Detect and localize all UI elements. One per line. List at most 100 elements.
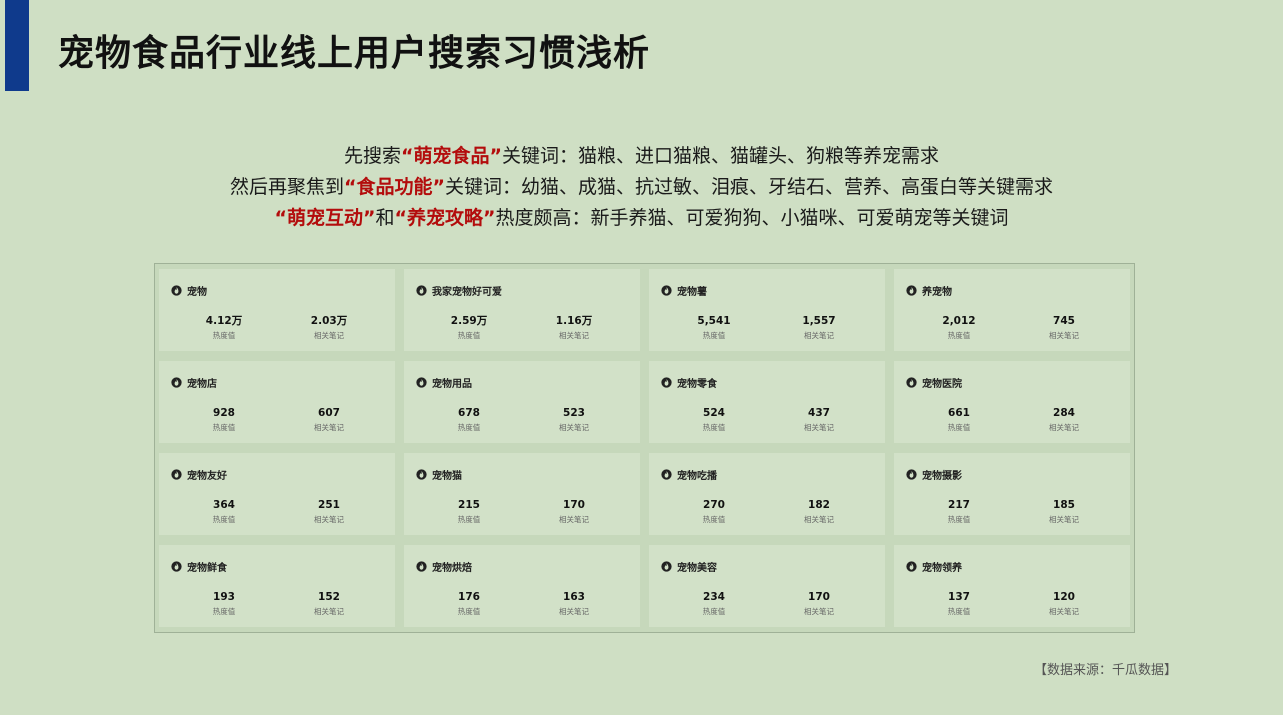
card-header: 养宠物 bbox=[906, 283, 952, 298]
notes-stat: 185 相关笔记 bbox=[1024, 499, 1104, 525]
notes-value: 185 bbox=[1053, 499, 1075, 511]
notes-label: 相关笔记 bbox=[314, 607, 344, 616]
heat-label: 热度值 bbox=[702, 515, 726, 524]
card-keyword: 我家宠物好可爱 bbox=[432, 287, 502, 298]
keyword-card: 我家宠物好可爱 2.59万 热度值 1.16万 相关笔记 bbox=[404, 269, 640, 351]
notes-label: 相关笔记 bbox=[1049, 515, 1079, 524]
keyword-card: 宠物医院 661 热度值 284 相关笔记 bbox=[894, 361, 1130, 443]
flame-icon bbox=[171, 285, 182, 296]
notes-stat: 284 相关笔记 bbox=[1024, 407, 1104, 433]
card-keyword: 宠物猫 bbox=[432, 471, 462, 482]
card-keyword: 宠物店 bbox=[187, 379, 217, 390]
flame-icon bbox=[906, 561, 917, 572]
notes-value: 1,557 bbox=[802, 315, 836, 327]
keyword-card: 宠物 4.12万 热度值 2.03万 相关笔记 bbox=[159, 269, 395, 351]
heat-label: 热度值 bbox=[457, 607, 481, 616]
card-keyword: 宠物医院 bbox=[922, 379, 962, 390]
notes-value: 163 bbox=[563, 591, 585, 603]
notes-stat: 1.16万 相关笔记 bbox=[534, 315, 614, 341]
keyword-card: 宠物猫 215 热度值 170 相关笔记 bbox=[404, 453, 640, 535]
notes-label: 相关笔记 bbox=[1049, 423, 1079, 432]
flame-icon bbox=[906, 469, 917, 480]
heat-stat: 364 热度值 bbox=[184, 499, 264, 525]
notes-stat: 523 相关笔记 bbox=[534, 407, 614, 433]
heat-value: 137 bbox=[948, 591, 970, 603]
heat-stat: 217 热度值 bbox=[919, 499, 999, 525]
card-header: 宠物零食 bbox=[661, 375, 717, 390]
heat-stat: 234 热度值 bbox=[674, 591, 754, 617]
flame-icon bbox=[661, 377, 672, 388]
notes-label: 相关笔记 bbox=[804, 607, 834, 616]
notes-value: 284 bbox=[1053, 407, 1075, 419]
card-header: 宠物烘焙 bbox=[416, 559, 472, 574]
card-header: 我家宠物好可爱 bbox=[416, 283, 502, 298]
notes-stat: 170 相关笔记 bbox=[779, 591, 859, 617]
card-header: 宠物医院 bbox=[906, 375, 962, 390]
intro-line-3-highlight-2: “养宠攻略” bbox=[394, 207, 496, 229]
notes-value: 523 bbox=[563, 407, 585, 419]
notes-stat: 251 相关笔记 bbox=[289, 499, 369, 525]
heat-value: 364 bbox=[213, 499, 235, 511]
keyword-card: 宠物店 928 热度值 607 相关笔记 bbox=[159, 361, 395, 443]
intro-line-2-highlight: “食品功能” bbox=[344, 176, 445, 198]
flame-icon bbox=[171, 377, 182, 388]
card-header: 宠物薯 bbox=[661, 283, 707, 298]
heat-stat: 176 热度值 bbox=[429, 591, 509, 617]
intro-line-2-post: 关键词：幼猫、成猫、抗过敏、泪痕、牙结石、营养、高蛋白等关键需求 bbox=[444, 176, 1053, 198]
flame-icon bbox=[416, 377, 427, 388]
intro-line-3-highlight-1: “萌宠互动” bbox=[274, 207, 376, 229]
notes-stat: 607 相关笔记 bbox=[289, 407, 369, 433]
heat-stat: 678 热度值 bbox=[429, 407, 509, 433]
notes-stat: 1,557 相关笔记 bbox=[779, 315, 859, 341]
card-keyword: 宠物零食 bbox=[677, 379, 717, 390]
notes-value: 437 bbox=[808, 407, 830, 419]
notes-stat: 182 相关笔记 bbox=[779, 499, 859, 525]
intro-line-3-mid: 和 bbox=[375, 207, 395, 229]
heat-label: 热度值 bbox=[947, 607, 971, 616]
notes-label: 相关笔记 bbox=[314, 423, 344, 432]
notes-label: 相关笔记 bbox=[804, 331, 834, 340]
intro-text: 先搜索“萌宠食品”关键词：猫粮、进口猫粮、猫罐头、狗粮等养宠需求 然后再聚焦到“… bbox=[0, 141, 1283, 234]
notes-value: 607 bbox=[318, 407, 340, 419]
heat-stat: 661 热度值 bbox=[919, 407, 999, 433]
heat-value: 217 bbox=[948, 499, 970, 511]
card-header: 宠物用品 bbox=[416, 375, 472, 390]
notes-label: 相关笔记 bbox=[559, 331, 589, 340]
notes-value: 170 bbox=[808, 591, 830, 603]
card-keyword: 宠物友好 bbox=[187, 471, 227, 482]
card-header: 宠物摄影 bbox=[906, 467, 962, 482]
heat-value: 2.59万 bbox=[450, 315, 488, 327]
flame-icon bbox=[661, 469, 672, 480]
notes-value: 120 bbox=[1053, 591, 1075, 603]
heat-value: 928 bbox=[213, 407, 235, 419]
heat-label: 热度值 bbox=[212, 331, 236, 340]
keyword-card: 养宠物 2,012 热度值 745 相关笔记 bbox=[894, 269, 1130, 351]
heat-stat: 2,012 热度值 bbox=[919, 315, 999, 341]
card-keyword: 宠物美容 bbox=[677, 563, 717, 574]
keyword-card: 宠物零食 524 热度值 437 相关笔记 bbox=[649, 361, 885, 443]
heat-stat: 137 热度值 bbox=[919, 591, 999, 617]
card-header: 宠物店 bbox=[171, 375, 217, 390]
notes-label: 相关笔记 bbox=[1049, 331, 1079, 340]
heat-stat: 270 热度值 bbox=[674, 499, 754, 525]
heat-value: 678 bbox=[458, 407, 480, 419]
heat-label: 热度值 bbox=[947, 331, 971, 340]
notes-value: 2.03万 bbox=[310, 315, 348, 327]
card-header: 宠物吃播 bbox=[661, 467, 717, 482]
notes-label: 相关笔记 bbox=[804, 515, 834, 524]
card-keyword: 宠物用品 bbox=[432, 379, 472, 390]
keyword-card: 宠物烘焙 176 热度值 163 相关笔记 bbox=[404, 545, 640, 627]
card-keyword: 宠物薯 bbox=[677, 287, 707, 298]
heat-stat: 928 热度值 bbox=[184, 407, 264, 433]
card-keyword: 宠物鲜食 bbox=[187, 563, 227, 574]
intro-line-1-pre: 先搜索 bbox=[343, 145, 401, 167]
keyword-panel: 宠物 4.12万 热度值 2.03万 相关笔记 我家宠物好可爱 2.59万 热度值 1.16万相… bbox=[154, 263, 1135, 633]
flame-icon bbox=[416, 469, 427, 480]
card-keyword: 养宠物 bbox=[922, 287, 952, 298]
keyword-card: 宠物用品 678 热度值 523 相关笔记 bbox=[404, 361, 640, 443]
card-header: 宠物友好 bbox=[171, 467, 227, 482]
data-source: 【数据来源：千瓜数据】 bbox=[1033, 663, 1177, 678]
notes-value: 170 bbox=[563, 499, 585, 511]
card-header: 宠物猫 bbox=[416, 467, 462, 482]
heat-value: 5,541 bbox=[697, 315, 731, 327]
